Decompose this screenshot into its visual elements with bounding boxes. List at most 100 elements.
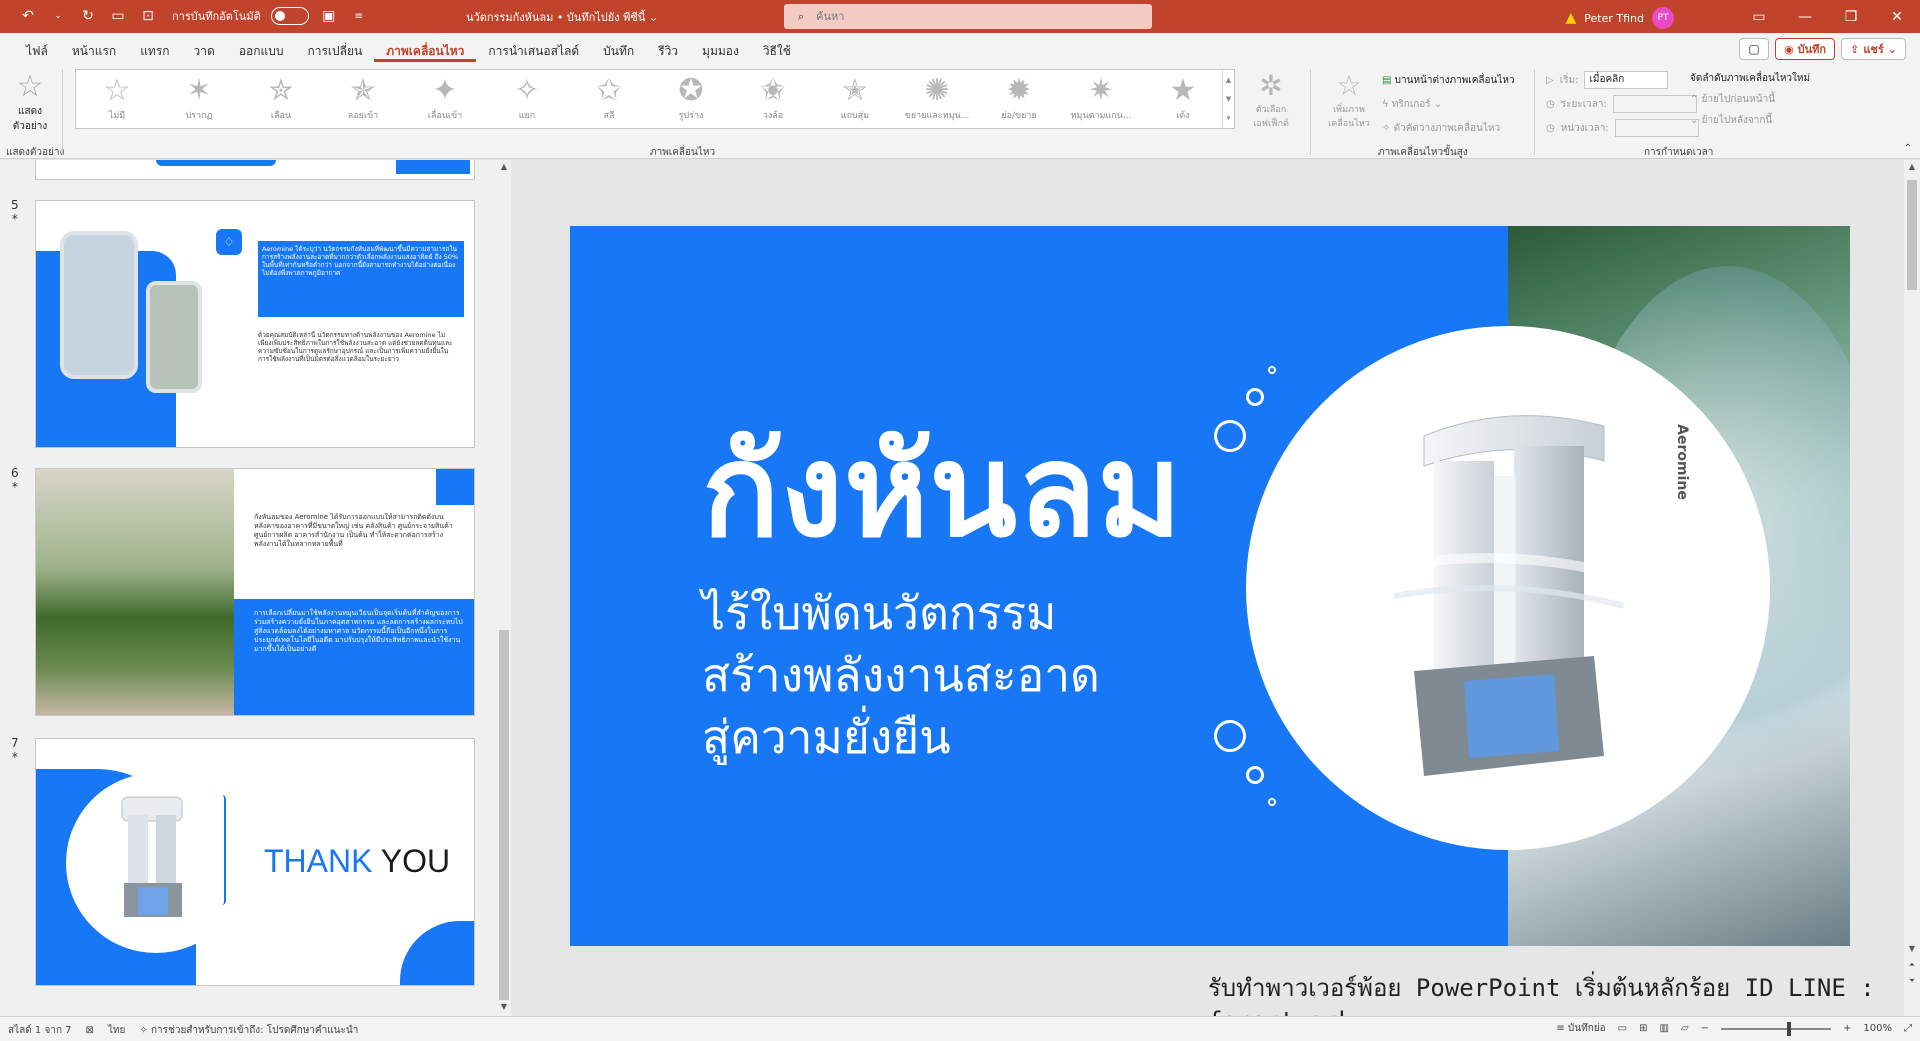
scroll-up-icon[interactable]: ▲ bbox=[1904, 162, 1920, 171]
slide-title[interactable]: กังหันลม bbox=[702, 422, 1183, 562]
scroll-up-icon[interactable]: ▲ bbox=[497, 162, 511, 171]
animation-option-0[interactable]: ☆ ไม่มี bbox=[76, 70, 158, 128]
thumbnail-slide-4-partial[interactable] bbox=[35, 160, 475, 180]
animation-option-5[interactable]: ✧ แยก bbox=[486, 70, 568, 128]
thumbnail-slide-5[interactable]: ♢ Aeromine ได้ระบุว่า นวัตกรรมกังหันลมที… bbox=[35, 200, 475, 448]
animation-option-3[interactable]: ✯ ลอยเข้า bbox=[322, 70, 404, 128]
delay-input[interactable] bbox=[1614, 119, 1699, 137]
tab-6[interactable]: ภาพเคลื่อนไหว bbox=[374, 40, 477, 62]
previous-slide-icon[interactable]: ⏶ bbox=[1904, 960, 1920, 970]
minimize-icon[interactable]: — bbox=[1782, 0, 1828, 33]
avatar[interactable]: PT bbox=[1652, 7, 1674, 29]
zoom-slider-knob[interactable] bbox=[1787, 1021, 1792, 1036]
gallery-down-icon[interactable]: ▼ bbox=[1226, 95, 1231, 103]
record-button[interactable]: ◉ บันทึก bbox=[1775, 38, 1836, 60]
animation-option-1[interactable]: ✶ ปรากฏ bbox=[158, 70, 240, 128]
normal-view-icon[interactable]: ▭ bbox=[1618, 1023, 1627, 1034]
scroll-down-icon[interactable]: ▼ bbox=[1904, 944, 1920, 953]
slideshow-icon[interactable]: ▱ bbox=[1681, 1023, 1689, 1034]
save-icon[interactable]: ▣ bbox=[319, 6, 339, 26]
touch-mode-icon[interactable]: ⊡ bbox=[138, 6, 158, 26]
undo-icon[interactable]: ↶ bbox=[18, 6, 38, 26]
user-area[interactable]: ▲ Peter Tfind PT bbox=[1566, 7, 1674, 29]
tab-5[interactable]: การเปลี่ยน bbox=[295, 40, 374, 62]
duration-input[interactable] bbox=[1612, 95, 1697, 113]
zoom-level[interactable]: 100% bbox=[1863, 1023, 1892, 1034]
animation-option-9[interactable]: ✭ แถบสุ่ม bbox=[814, 70, 896, 128]
zoom-slider[interactable] bbox=[1721, 1021, 1832, 1036]
zoom-in-icon[interactable]: + bbox=[1843, 1023, 1851, 1034]
subtitle-line-2: สร้างพลังงานสะอาด bbox=[702, 648, 1100, 702]
gallery-scroll[interactable]: ▲ ▼ ▾ bbox=[1222, 70, 1234, 128]
move-earlier-button[interactable]: ⌃ ย้ายไปก่อนหน้านี้ bbox=[1690, 92, 1810, 107]
gallery-up-icon[interactable]: ▲ bbox=[1226, 76, 1231, 84]
animation-marker-icon: * bbox=[11, 212, 18, 226]
animation-option-2[interactable]: ✮ เลือน bbox=[240, 70, 322, 128]
document-title[interactable]: นวัตกรรมกังหันลม • บันทึกไปยัง พีซีนี้ ⌄ bbox=[466, 8, 658, 26]
animation-option-11[interactable]: ✹ ย่อ/ขยาย bbox=[978, 70, 1060, 128]
tab-11[interactable]: วิธีใช้ bbox=[751, 40, 803, 62]
tab-3[interactable]: วาด bbox=[182, 40, 227, 62]
animation-star-icon: ✩ bbox=[596, 73, 622, 108]
tab-8[interactable]: บันทึก bbox=[591, 40, 646, 62]
slide-subtitle[interactable]: ไร้ใบพัดนวัตกรรม สร้างพลังงานสะอาด สู่คว… bbox=[702, 582, 1222, 768]
search-box[interactable]: ⌕ bbox=[784, 4, 1152, 29]
main-area: 5 * ♢ Aeromine ได้ระบุว่า นวัตกรรมกังหันล… bbox=[0, 160, 1920, 1035]
animation-painter-button[interactable]: ✧ ตัวคัดวางภาพเคลื่อนไหว bbox=[1382, 119, 1515, 139]
add-animation-icon: ☆ bbox=[1336, 69, 1362, 102]
tab-2[interactable]: แทรก bbox=[128, 40, 181, 62]
comments-button[interactable]: ▢ bbox=[1739, 38, 1770, 60]
tab-4[interactable]: ออกแบบ bbox=[227, 40, 296, 62]
animation-option-7[interactable]: ✪ รูปร่าง bbox=[650, 70, 732, 128]
redo-icon[interactable]: ↻ bbox=[78, 6, 98, 26]
animation-option-8[interactable]: ✬ วงล้อ bbox=[732, 70, 814, 128]
tab-9[interactable]: รีวิว bbox=[646, 40, 690, 62]
share-button[interactable]: ⇪ แชร์ ⌄ bbox=[1841, 38, 1906, 60]
slide-sorter-icon[interactable]: ⊞ bbox=[1639, 1023, 1647, 1034]
undo-dropdown-icon[interactable]: ⌄ bbox=[48, 6, 68, 26]
zoom-out-icon[interactable]: − bbox=[1701, 1023, 1709, 1034]
scroll-down-icon[interactable]: ▼ bbox=[497, 1002, 511, 1011]
thumbnail-slide-6[interactable]: กังหันลมของ Aeromine ได้รับการออกแบบให้ส… bbox=[35, 468, 475, 716]
effect-options-button[interactable]: ✲ ตัวเลือกเอฟเฟ็กต์ bbox=[1248, 69, 1294, 130]
thumbnail-slide-7[interactable]: THANK YOU bbox=[35, 738, 475, 986]
restore-icon[interactable]: ❐ bbox=[1828, 0, 1874, 33]
animation-option-6[interactable]: ✩ สลี bbox=[568, 70, 650, 128]
tab-10[interactable]: มุมมอง bbox=[690, 40, 751, 62]
autosave-toggle[interactable] bbox=[270, 7, 309, 25]
close-icon[interactable]: ✕ bbox=[1874, 0, 1920, 33]
reading-view-icon[interactable]: ▥ bbox=[1659, 1023, 1668, 1034]
animation-option-4[interactable]: ✦ เลื่อนเข้า bbox=[404, 70, 486, 128]
animation-pane-button[interactable]: ▤ บานหน้าต่างภาพเคลื่อนไหว bbox=[1382, 71, 1515, 91]
search-input[interactable] bbox=[816, 10, 1117, 23]
trigger-button[interactable]: ϟ ทริกเกอร์ ⌄ bbox=[1382, 95, 1515, 115]
record-icon: ◉ bbox=[1784, 42, 1794, 56]
accessibility-button[interactable]: ✧ การช่วยสำหรับการเข้าถึง: โปรดศึกษาคำแน… bbox=[139, 1023, 358, 1038]
thumbnail-scrollbar[interactable]: ▲ ▼ bbox=[497, 160, 511, 1016]
preview-button[interactable]: ☆ แสดงตัวอย่าง bbox=[6, 69, 54, 141]
thumbnail-scroll-thumb[interactable] bbox=[499, 630, 509, 1000]
tab-1[interactable]: หน้าแรก bbox=[60, 40, 128, 62]
animation-option-10[interactable]: ✺ ขยายและหมุน... bbox=[896, 70, 978, 128]
start-select[interactable]: เมื่อคลิก bbox=[1584, 71, 1669, 89]
editor-scroll-thumb[interactable] bbox=[1907, 180, 1917, 290]
gallery-more-icon[interactable]: ▾ bbox=[1227, 114, 1231, 122]
animation-option-12[interactable]: ✷ หมุนตามแกน... bbox=[1060, 70, 1142, 128]
collapse-ribbon-icon[interactable]: ⌃ bbox=[1904, 143, 1912, 154]
customize-toolbar-icon[interactable]: ≡ bbox=[349, 6, 369, 26]
animation-star-icon: ✪ bbox=[678, 73, 704, 108]
tab-0[interactable]: ไฟล์ bbox=[14, 40, 60, 62]
animation-option-13[interactable]: ★ เด้ง bbox=[1142, 70, 1224, 128]
editor-scrollbar[interactable]: ▲ ▼ ⏶ ⏷ bbox=[1904, 160, 1920, 1016]
next-slide-icon[interactable]: ⏷ bbox=[1904, 976, 1920, 986]
move-later-button[interactable]: ⌄ ย้ายไปหลังจากนี้ bbox=[1690, 113, 1810, 128]
start-from-beginning-icon[interactable]: ▭ bbox=[108, 6, 128, 26]
ribbon-display-icon[interactable]: ▭ bbox=[1736, 0, 1782, 33]
current-slide[interactable]: Aeromine กังหันลม ไร้ใบพัดนวัตกรรม สร้าง… bbox=[570, 226, 1850, 946]
add-animation-button[interactable]: ☆ เพิ่มภาพเคลื่อนไหว bbox=[1322, 69, 1376, 130]
tab-7[interactable]: การนำเสนอสไลด์ bbox=[476, 40, 591, 62]
fit-slide-icon[interactable]: ⤢ bbox=[1904, 1023, 1912, 1034]
language-indicator[interactable]: ไทย bbox=[108, 1023, 125, 1038]
spelling-icon[interactable]: ⊠ bbox=[86, 1025, 94, 1036]
notes-button[interactable]: ≡ บันทึกย่อ bbox=[1556, 1021, 1605, 1036]
